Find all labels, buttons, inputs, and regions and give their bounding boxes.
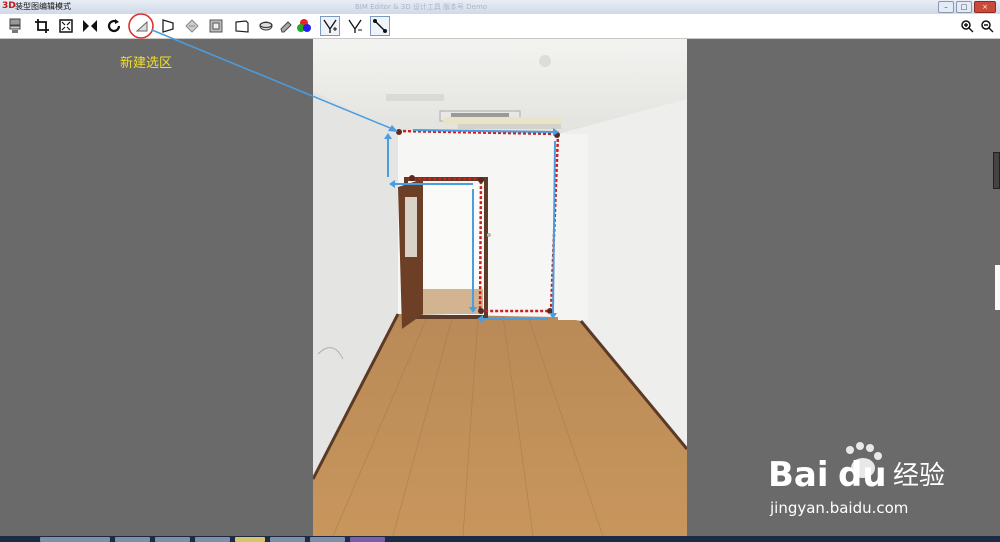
taskbar-item[interactable]: [350, 537, 385, 542]
line-tool-button[interactable]: [370, 16, 390, 36]
taskbar-item[interactable]: [155, 537, 190, 542]
layers-button[interactable]: [5, 16, 25, 36]
tree-remove-icon: [348, 19, 362, 33]
eraser-button[interactable]: [276, 16, 296, 36]
taskbar-item[interactable]: [40, 537, 110, 542]
fit-button[interactable]: [56, 16, 76, 36]
app-icon: 3D: [2, 1, 16, 11]
flip-button[interactable]: [80, 16, 100, 36]
color-icon: [297, 19, 311, 32]
side-panel-tab[interactable]: [995, 265, 1000, 310]
ellipse-button[interactable]: [256, 16, 276, 36]
room-photo-drawing: [313, 39, 687, 536]
perspective-icon: [162, 19, 174, 33]
rotate-button[interactable]: [104, 16, 124, 36]
new-selection-icon: [135, 20, 148, 32]
diamond-icon: [185, 19, 199, 33]
taskbar: [0, 536, 1000, 542]
taskbar-item[interactable]: [195, 537, 230, 542]
flip-icon: [83, 20, 97, 32]
room-photo[interactable]: [313, 39, 687, 536]
zoom-in-button[interactable]: [958, 16, 976, 36]
line-tool-icon: [373, 19, 387, 33]
zoom-out-icon: [981, 20, 994, 33]
zoom-in-icon: [961, 20, 974, 33]
taskbar-item[interactable]: [115, 537, 150, 542]
tree-remove-button[interactable]: [345, 16, 365, 36]
tree-add-icon: [323, 19, 337, 33]
maximize-button[interactable]: □: [956, 1, 972, 13]
box-button[interactable]: [232, 16, 252, 36]
baidu-watermark: Bai du 经验 jingyan.baidu.com: [768, 442, 945, 517]
close-button[interactable]: ×: [974, 1, 996, 13]
window-title: 装型图编辑模式: [15, 2, 71, 11]
title-bar: 3D 装型图编辑模式 BIM Editor & 3D 设计工具 版本号 Demo…: [0, 0, 1000, 15]
frame-button[interactable]: [206, 16, 226, 36]
taskbar-item[interactable]: [235, 537, 265, 542]
tree-add-button[interactable]: [320, 16, 340, 36]
crop-button[interactable]: [32, 16, 52, 36]
crop-icon: [35, 19, 49, 33]
box-icon: [235, 20, 249, 33]
taskbar-item[interactable]: [270, 537, 305, 542]
zoom-out-button[interactable]: [978, 16, 996, 36]
watermark-cn: 经验: [893, 461, 945, 491]
rotate-icon: [107, 19, 121, 33]
scroll-indicator[interactable]: [993, 152, 1000, 189]
watermark-brand2: du: [838, 455, 887, 495]
diamond-button[interactable]: [182, 16, 202, 36]
frame-icon: [209, 19, 223, 33]
perspective-button[interactable]: [158, 16, 178, 36]
eraser-icon: [280, 21, 292, 33]
watermark-url: jingyan.baidu.com: [769, 499, 908, 517]
window-controls: – □ ×: [938, 1, 996, 13]
fit-icon: [59, 19, 73, 33]
blurred-title: BIM Editor & 3D 设计工具 版本号 Demo: [355, 3, 488, 11]
taskbar-item[interactable]: [310, 537, 345, 542]
new-selection-button[interactable]: [132, 16, 152, 36]
minimize-button[interactable]: –: [938, 1, 954, 13]
ellipse-icon: [259, 21, 273, 31]
toolbar: [0, 14, 1000, 39]
layers-icon: [9, 18, 21, 33]
annotation-label: 新建选区: [120, 56, 173, 71]
watermark-brand: Bai: [768, 455, 829, 495]
color-button[interactable]: [294, 16, 314, 36]
